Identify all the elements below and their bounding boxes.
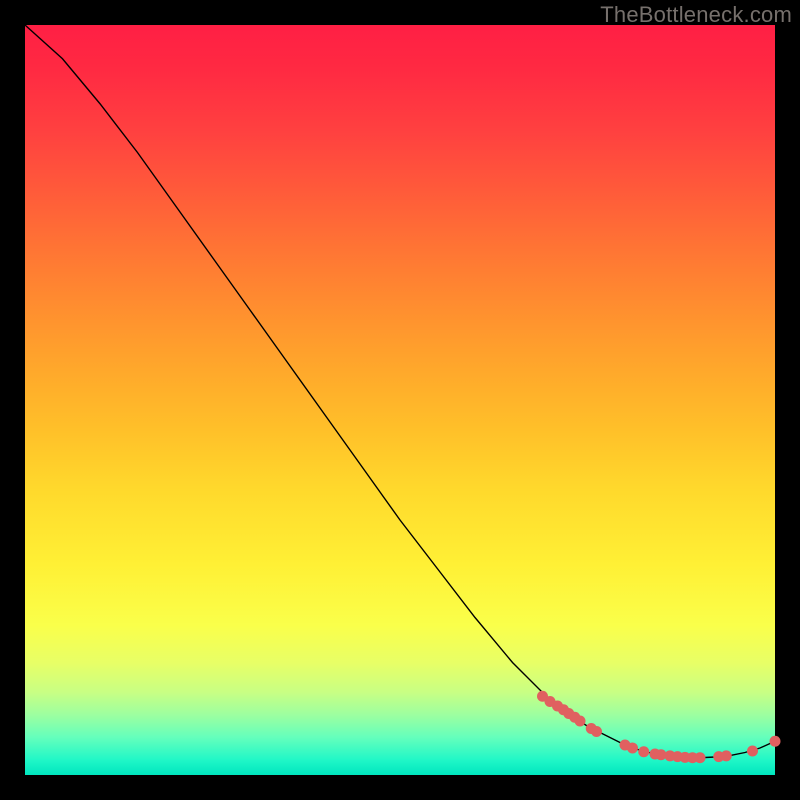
data-point-marker bbox=[627, 743, 638, 754]
data-point-marker bbox=[575, 716, 586, 727]
data-point-marker bbox=[770, 736, 781, 747]
data-point-marker bbox=[721, 750, 732, 761]
chart-frame: TheBottleneck.com bbox=[0, 0, 800, 800]
chart-plot-area bbox=[25, 25, 775, 775]
chart-svg bbox=[25, 25, 775, 775]
main-curve bbox=[25, 25, 775, 758]
data-point-marker bbox=[591, 726, 602, 737]
data-point-marker bbox=[747, 746, 758, 757]
data-point-marker bbox=[695, 752, 706, 763]
data-point-marker bbox=[638, 746, 649, 757]
